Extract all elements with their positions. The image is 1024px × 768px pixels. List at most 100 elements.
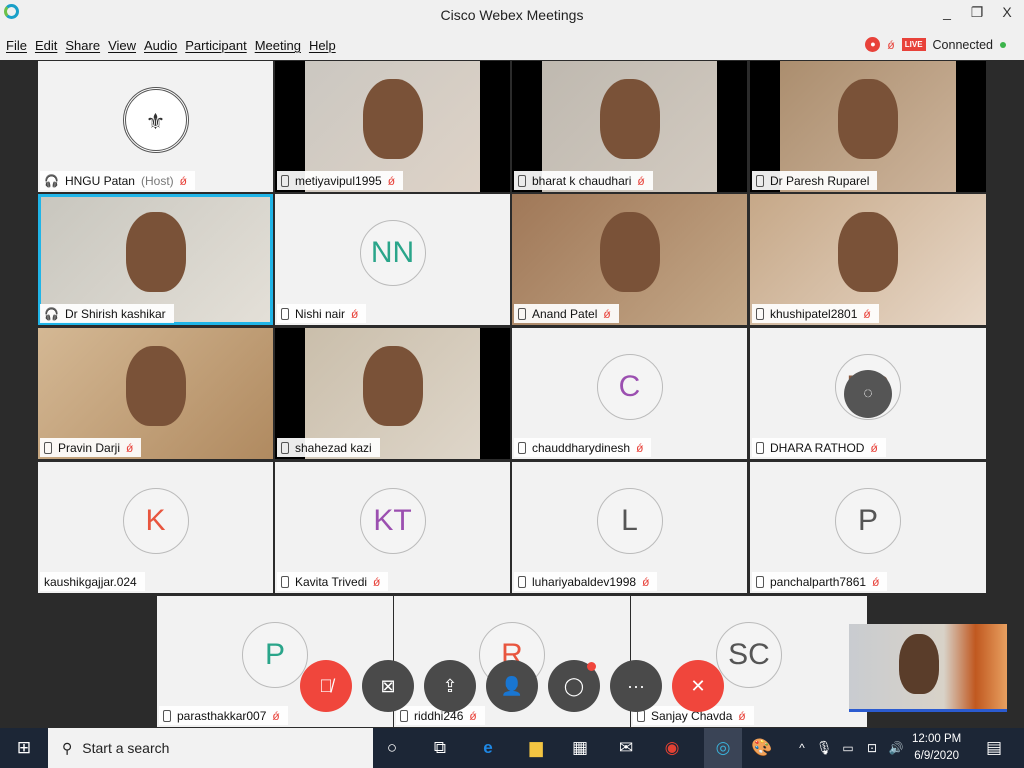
participant-name: kaushikgajjar.024 — [44, 574, 137, 589]
meeting-status: ● ǿ LIVE Connected — [865, 37, 1006, 52]
edge-icon[interactable]: e — [476, 736, 500, 760]
maximize-button[interactable]: ❐ — [962, 4, 992, 21]
participant-tile[interactable]: KT Kavita Trivedi ǿ — [275, 462, 510, 593]
participant-name-label: Anand Patel ǿ — [514, 304, 619, 323]
letterbox — [480, 61, 510, 192]
mail-icon[interactable]: ✉ — [614, 736, 638, 760]
leave-button[interactable]: ✕ — [672, 660, 724, 712]
participant-name-label: khushipatel2801 ǿ — [752, 304, 879, 323]
participant-tile[interactable]: NN Nishi nair ǿ — [275, 194, 510, 325]
phone-icon — [756, 307, 764, 320]
record-icon[interactable]: ● — [865, 37, 881, 52]
participant-tile[interactable]: khushipatel2801 ǿ — [750, 194, 986, 325]
more-button[interactable]: ··· — [610, 660, 662, 712]
participant-tile[interactable]: 🎧 Dr Shirish kashikar — [38, 194, 273, 325]
self-view-video[interactable] — [849, 624, 1007, 712]
participant-tile[interactable]: metiyavipul1995 ǿ — [275, 61, 510, 192]
participant-name-label: metiyavipul1995 ǿ — [277, 171, 404, 190]
participant-name: Pravin Darji — [58, 440, 121, 455]
participant-video-face — [362, 79, 423, 159]
participant-video-face — [838, 212, 898, 292]
mute-button[interactable]: 🎙̸ — [300, 660, 352, 712]
video-button[interactable]: ⊠ — [362, 660, 414, 712]
participant-tile[interactable]: bharat k chaudhari ǿ — [512, 61, 747, 192]
participant-tile[interactable]: Anand Patel ǿ — [512, 194, 747, 325]
taskbar: ⊞ ⚲ Start a search ○ ⧉ e ▆ ▦ ✉ ◉ ◎ 🎨 ^ 🎙… — [0, 728, 1024, 768]
participant-name: Anand Patel — [532, 306, 598, 321]
participant-name-label: Pravin Darji ǿ — [40, 438, 142, 457]
mic-off-icon: 🎙̸ — [319, 675, 333, 696]
participant-name-label: panchalparth7861 ǿ — [752, 572, 888, 591]
participant-name: Dr Paresh Ruparel — [770, 173, 870, 188]
participant-name: Nishi nair — [295, 306, 346, 321]
participant-name: bharat k chaudhari — [532, 173, 632, 188]
participant-tile[interactable]: shahezad kazi — [275, 328, 510, 459]
participant-tile[interactable]: DR◌DHARA RATHODǿ — [750, 328, 986, 459]
chat-bubble-icon[interactable]: ◌ — [844, 369, 892, 418]
participant-tile[interactable]: Pravin Darji ǿ — [38, 328, 273, 459]
avatar-initials: L — [596, 487, 663, 554]
participant-tile[interactable]: Lluhariyabaldev1998 ǿ — [512, 462, 747, 593]
search-placeholder: Start a search — [82, 740, 170, 756]
host-tag: (Host) — [140, 173, 174, 188]
connected-indicator-icon — [1000, 41, 1006, 48]
participant-tile[interactable]: Cchauddharydinesh ǿ — [512, 328, 747, 459]
network-icon[interactable]: ⊡ — [860, 736, 884, 760]
file-explorer-icon[interactable]: ▆ — [524, 736, 548, 760]
close-button[interactable]: X — [992, 4, 1022, 20]
store-icon[interactable]: ▦ — [568, 736, 592, 760]
letterbox — [956, 61, 986, 192]
share-button[interactable]: ⇪ — [424, 660, 476, 712]
participant-tile[interactable]: Dr Paresh Ruparel — [750, 61, 986, 192]
cortana-icon[interactable]: ○ — [380, 736, 404, 760]
video-off-icon: ⊠ — [380, 675, 396, 696]
paint-icon[interactable]: 🎨 — [750, 736, 774, 760]
menu-view[interactable]: View — [108, 38, 136, 53]
phone-icon — [518, 575, 526, 588]
participant-name: shahezad kazi — [295, 440, 372, 455]
menu-edit[interactable]: Edit — [35, 38, 57, 53]
search-icon: ⚲ — [62, 739, 73, 756]
participant-video-face — [125, 346, 186, 426]
participant-name: Dr Shirish kashikar — [64, 306, 166, 321]
menu-help[interactable]: Help — [309, 38, 336, 53]
chat-button[interactable]: ◯ — [548, 660, 600, 712]
microphone-tray-icon[interactable]: 🎙 — [812, 736, 836, 760]
windows-start-icon[interactable]: ⊞ — [12, 736, 36, 760]
menu-file[interactable]: File — [6, 38, 27, 53]
menu-bar: File Edit Share View Audio Participant Meeting… — [0, 32, 1024, 60]
participant-tile[interactable]: Ppanchalparth7861 ǿ — [750, 462, 986, 593]
meeting-controls: 🎙̸ ⊠ ⇪ 👤 ◯ ··· ✕ — [300, 660, 724, 712]
participant-name-label: 🎧 Dr Shirish kashikar — [40, 304, 174, 323]
menu-meeting[interactable]: Meeting — [255, 38, 301, 53]
task-view-icon[interactable]: ⧉ — [428, 736, 452, 760]
participant-name-label: bharat k chaudhari ǿ — [514, 171, 653, 190]
clock[interactable]: 12:00 PM 6/9/2020 — [912, 731, 961, 765]
phone-icon — [44, 441, 52, 454]
mic-muted-icon: ǿ — [351, 306, 359, 321]
participant-tile[interactable]: Kkaushikgajjar.024 — [38, 462, 273, 593]
participant-name-label: DHARA RATHOD ǿ — [752, 438, 886, 457]
taskbar-search[interactable]: ⚲ Start a search — [48, 728, 373, 768]
participant-tile[interactable]: ⚜ 🎧 HNGU Patan (Host) ǿ — [38, 61, 273, 192]
menu-participant[interactable]: Participant — [185, 38, 246, 53]
menu-audio[interactable]: Audio — [144, 38, 177, 53]
phone-icon — [281, 174, 289, 187]
connection-status: Connected — [932, 37, 993, 52]
minimize-button[interactable]: _ — [932, 4, 962, 20]
chrome-icon[interactable]: ◉ — [660, 736, 684, 760]
mic-muted-icon[interactable]: ǿ — [887, 38, 894, 52]
avatar-initials: P — [242, 621, 308, 688]
participant-name-label: parasthakkar007 ǿ — [159, 706, 288, 725]
participant-name-label: Kavita Trivedi ǿ — [277, 572, 389, 591]
phone-icon — [756, 575, 764, 588]
unread-badge — [587, 662, 596, 671]
mic-muted-icon: ǿ — [179, 173, 187, 188]
menu-share[interactable]: Share — [65, 38, 100, 53]
participants-button[interactable]: 👤 — [486, 660, 538, 712]
notifications-icon[interactable]: ▤ — [982, 736, 1006, 760]
battery-icon[interactable]: ▭ — [836, 736, 860, 760]
volume-icon[interactable]: 🔊 — [884, 736, 908, 760]
webex-taskbar-icon[interactable]: ◎ — [704, 728, 742, 768]
show-hidden-icons[interactable]: ^ — [790, 736, 814, 760]
